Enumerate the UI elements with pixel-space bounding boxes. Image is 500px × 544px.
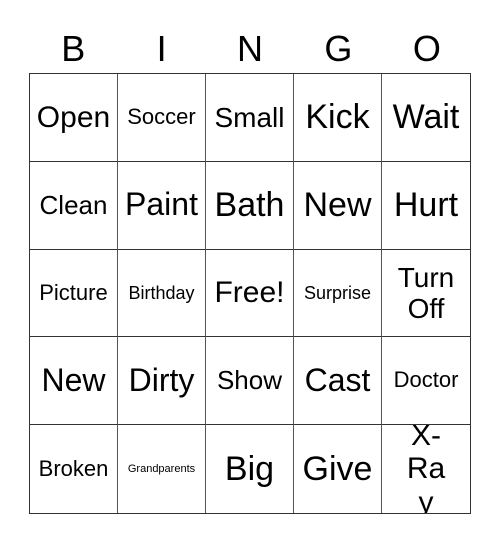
bingo-cell[interactable]: Show	[206, 337, 294, 426]
bingo-cell[interactable]: Dirty	[118, 337, 206, 426]
bingo-cell[interactable]: Surprise	[294, 249, 382, 338]
header-letter-o: O	[412, 28, 441, 69]
bingo-cell[interactable]: Broken	[30, 425, 118, 513]
bingo-cell[interactable]: Big	[206, 425, 294, 513]
bingo-cell[interactable]: Hurt	[382, 162, 470, 250]
bingo-cell[interactable]: Clean	[30, 161, 118, 250]
header-letter-b: B	[61, 28, 86, 69]
bingo-cell[interactable]: Birthday	[118, 249, 206, 338]
bingo-cell[interactable]: Paint	[118, 161, 206, 250]
bingo-cell[interactable]: Small	[206, 74, 294, 162]
header-letter-i: I	[156, 28, 167, 69]
bingo-grid: Open Soccer Small Kick Wait Clean Paint Bath New…	[29, 73, 471, 514]
bingo-cell[interactable]: Soccer	[118, 74, 206, 162]
bingo-cell[interactable]: Grandparents	[118, 425, 206, 513]
bingo-cell[interactable]: Open	[30, 74, 118, 162]
bingo-cell[interactable]: Free!	[206, 249, 294, 338]
bingo-cell[interactable]: New	[294, 161, 382, 250]
bingo-cell[interactable]: Turn Off	[382, 250, 470, 338]
bingo-cell[interactable]: Wait	[382, 74, 470, 162]
bingo-cell[interactable]: Kick	[294, 74, 382, 162]
header-letter-g: G	[324, 28, 353, 69]
bingo-cell[interactable]: X-Ray	[382, 425, 470, 513]
bingo-cell[interactable]: Give	[294, 425, 382, 513]
header-letter-n: N	[237, 28, 264, 69]
bingo-header: B I N G O	[29, 26, 471, 72]
bingo-cell[interactable]: Cast	[294, 337, 382, 426]
bingo-cell[interactable]: Doctor	[382, 337, 470, 426]
bingo-cell[interactable]: New	[30, 337, 118, 426]
bingo-cell[interactable]: Picture	[30, 249, 118, 338]
bingo-cell[interactable]: Bath	[206, 161, 294, 250]
